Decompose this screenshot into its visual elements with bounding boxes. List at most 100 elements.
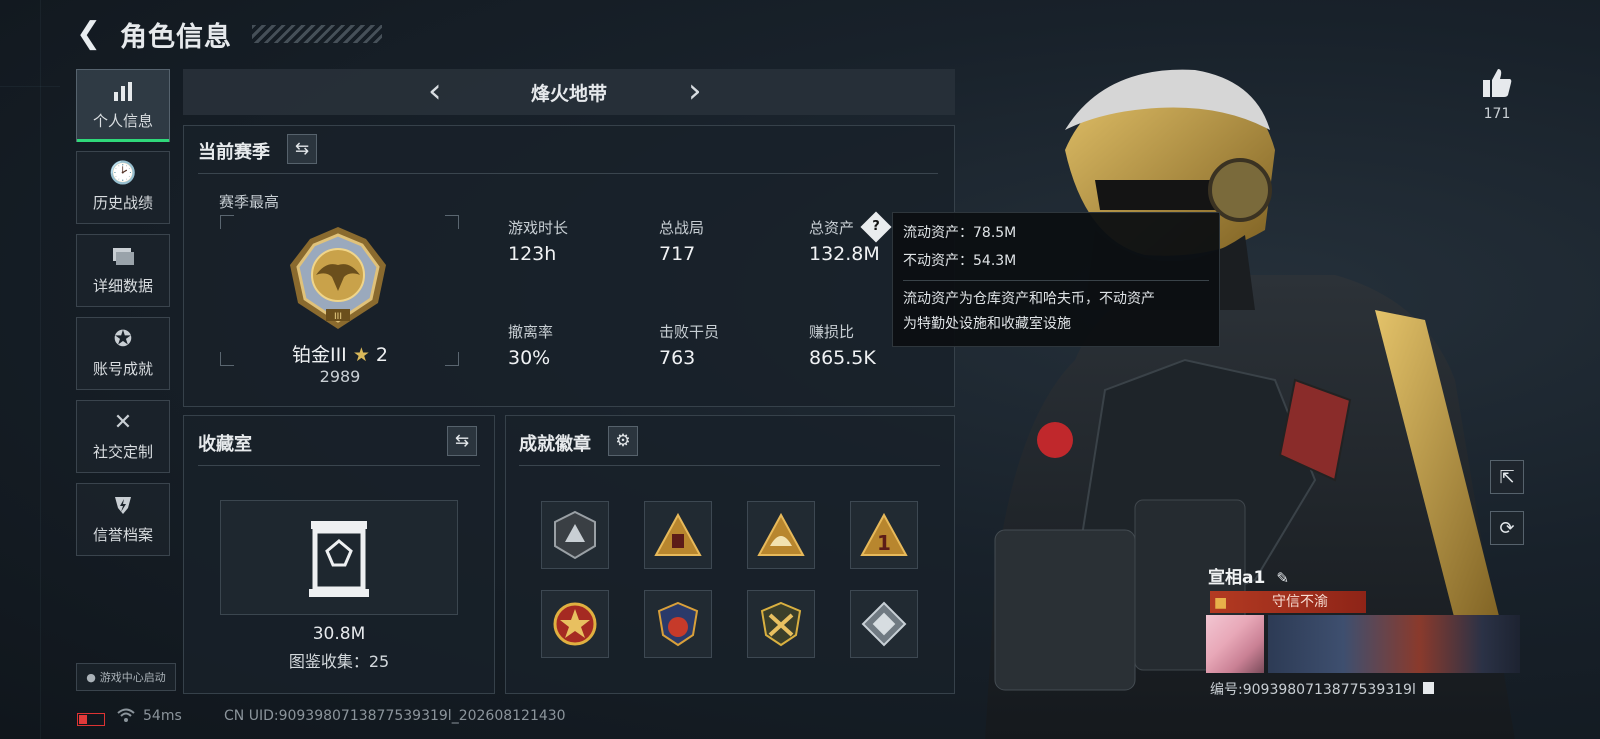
stat-value: 763	[659, 347, 696, 369]
badges-settings-button[interactable]: ⚙	[608, 426, 638, 456]
like-count: 171	[1483, 106, 1511, 122]
title-decor-stripe	[252, 25, 382, 43]
player-name: 宣相a1	[1208, 568, 1266, 588]
frame-corner	[220, 215, 234, 229]
shield-stars-badge-icon	[657, 601, 699, 647]
sidebar-item-label: 信誉档案	[92, 526, 153, 544]
stat-value: 30%	[508, 347, 551, 369]
sidebar-item-social[interactable]: ✕ 社交定制	[76, 400, 170, 473]
refresh-button[interactable]: ⟳	[1490, 511, 1524, 545]
tooltip-desc-line: 流动资产为仓库资产和哈夫币，不动资产	[903, 291, 1155, 307]
like-button[interactable]: 171	[1474, 66, 1520, 122]
back-arrow-icon[interactable]: ❮	[76, 19, 106, 49]
achievement-badge[interactable]	[850, 590, 918, 658]
divider	[198, 465, 480, 466]
sidebar-item-label: 详细数据	[92, 277, 153, 295]
header: ❮ 角色信息	[76, 14, 382, 54]
collection-heading: 收藏室	[198, 434, 252, 455]
stat-value: 132.8M	[809, 243, 880, 265]
sidebar-item-credit[interactable]: 信誉档案	[76, 483, 170, 556]
frame-corner	[445, 215, 459, 229]
sidebar-item-personal-info[interactable]: 个人信息	[76, 69, 170, 142]
rank-score: 2989	[319, 367, 361, 386]
diamond-steel-badge-icon	[861, 601, 907, 647]
page-title: 角色信息	[120, 21, 232, 53]
penguin-icon: ●	[86, 670, 96, 684]
rank-name: 铂金III	[291, 344, 347, 366]
bar-chart-icon	[112, 80, 134, 104]
stat-label: 总战局	[659, 219, 705, 237]
shield-lightning-icon	[112, 494, 134, 518]
stat-label: 游戏时长	[508, 219, 569, 237]
stat-value: 865.5K	[809, 347, 876, 369]
next-mode-arrow-icon[interactable]: ›	[688, 73, 702, 109]
prev-mode-arrow-icon[interactable]: ‹	[428, 73, 442, 109]
stat-label-total-assets: 总资产 ?	[809, 210, 892, 243]
battery-icon	[77, 713, 105, 726]
clock-history-icon: 🕑	[109, 161, 137, 186]
achievement-badge[interactable]	[644, 590, 712, 658]
season-switch-button[interactable]: ⇆	[287, 134, 317, 164]
collection-count: 图鉴收集：25	[288, 652, 390, 671]
crossed-guns-badge-icon	[760, 601, 802, 647]
stat-label: 撤离率	[508, 323, 554, 341]
player-id-row: 编号:9093980713877539319l	[1210, 679, 1435, 699]
achievement-badge[interactable]	[747, 501, 815, 569]
wifi-icon	[117, 708, 135, 726]
help-icon[interactable]: ?	[860, 210, 892, 243]
sidebar-item-detailed-data[interactable]: 详细数据	[76, 234, 170, 307]
stat-label: 总资产	[809, 219, 855, 237]
sidebar-item-label: 社交定制	[92, 443, 153, 461]
stat-label: 击败干员	[659, 323, 720, 341]
sidebar-item-label: 账号成就	[92, 360, 153, 378]
stat-value: 717	[659, 243, 696, 265]
ping-value: 54ms	[143, 708, 182, 724]
achievement-badge[interactable]	[644, 501, 712, 569]
svg-text:1: 1	[877, 531, 891, 555]
star-icon: ★	[352, 344, 370, 366]
triangle-bronze-badge-icon	[654, 512, 702, 556]
divider	[903, 280, 1209, 281]
mode-selector: ‹ 烽火地带 ›	[183, 69, 955, 115]
edit-icon[interactable]: ✎	[1276, 569, 1289, 587]
triangle-helmet-badge-icon	[757, 512, 805, 556]
game-center-button[interactable]: ● 游戏中心启动	[76, 663, 176, 691]
gear-icon: ⚙	[615, 431, 631, 451]
sidebar-item-label: 历史战绩	[92, 194, 153, 212]
collection-preview[interactable]	[220, 500, 458, 615]
sidebar-item-history[interactable]: 🕑 历史战绩	[76, 151, 170, 224]
tooltip-fixed-assets: 不动资产：54.3M	[903, 253, 1017, 269]
game-center-label: 游戏中心启动	[99, 671, 166, 684]
season-heading: 当前赛季	[198, 142, 270, 163]
rank-stars: 2	[375, 344, 389, 366]
rank-name-row: 铂金III ★ 2	[220, 340, 460, 367]
achievement-badge[interactable]	[541, 590, 609, 658]
share-icon: ⇱	[1499, 466, 1515, 488]
stat-label: 赚损比	[809, 323, 855, 341]
svg-text:III: III	[334, 312, 342, 322]
display-case-icon	[309, 521, 369, 597]
achievement-badge[interactable]: 1	[850, 501, 918, 569]
player-id: 编号:9093980713877539319l	[1210, 682, 1416, 698]
collection-switch-button[interactable]: ⇆	[447, 426, 477, 456]
swap-icon: ⇆	[294, 139, 310, 159]
divider	[519, 465, 940, 466]
avatar[interactable]	[1206, 615, 1264, 673]
player-name-row: 宣相a1 ✎	[1208, 563, 1289, 588]
sidebar-item-achievements[interactable]: ✪ 账号成就	[76, 317, 170, 390]
honor-emblem-icon: ■	[1214, 595, 1228, 611]
achievement-badge[interactable]	[747, 590, 815, 658]
refresh-icon: ⟳	[1499, 517, 1515, 539]
share-button[interactable]: ⇱	[1490, 460, 1524, 494]
thumbs-up-icon	[1483, 69, 1512, 97]
achievement-badge[interactable]	[541, 501, 609, 569]
player-banner	[1268, 615, 1520, 673]
rank-emblem-icon: III	[290, 227, 386, 329]
uid-text: CN UID:9093980713877539319l_202608121430	[224, 708, 566, 724]
divider	[198, 173, 938, 174]
season-best-label: 赛季最高	[219, 193, 280, 211]
hex-shield-badge-icon	[554, 510, 596, 560]
copy-icon[interactable]	[1423, 682, 1435, 694]
tools-icon: ✕	[113, 410, 133, 435]
sidebar-item-label: 个人信息	[92, 112, 153, 130]
